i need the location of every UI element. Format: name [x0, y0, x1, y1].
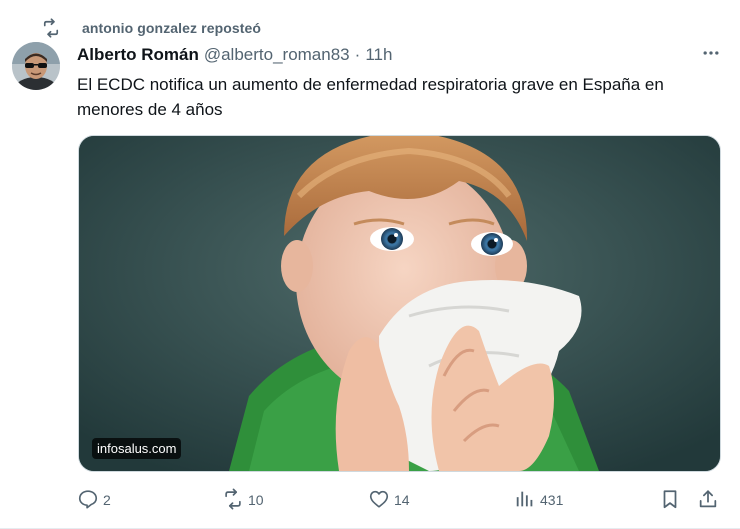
repost-indicator: antonio gonzalez reposteó: [40, 17, 261, 39]
tweet-text: El ECDC notifica un aumento de enfermeda…: [77, 75, 664, 119]
tweet-media-image[interactable]: infosalus.com: [78, 135, 721, 472]
bookmark-icon: [659, 488, 681, 513]
author-handle[interactable]: @alberto_roman83: [204, 45, 350, 65]
like-button[interactable]: 14: [368, 485, 410, 515]
reply-button[interactable]: 2: [77, 485, 111, 515]
repost-button[interactable]: 10: [222, 485, 264, 515]
timestamp[interactable]: 11h: [365, 45, 392, 65]
more-button[interactable]: [700, 44, 722, 66]
share-icon: [697, 488, 719, 513]
author-name[interactable]: Alberto Román: [77, 45, 199, 65]
repost-icon: [40, 17, 62, 39]
repost-count: 10: [248, 492, 264, 508]
reply-icon: [77, 488, 99, 513]
action-bar: 2 10 14 431: [77, 485, 727, 515]
like-count: 14: [394, 492, 410, 508]
heart-icon: [368, 488, 390, 513]
more-icon: [701, 43, 721, 68]
tweet-card[interactable]: antonio gonzalez reposteó Alberto Román …: [0, 0, 740, 529]
views-icon: [514, 488, 536, 513]
media-source-label[interactable]: infosalus.com: [92, 438, 182, 459]
tweet-header: Alberto Román @alberto_roman83 · 11h: [77, 43, 727, 67]
views-count: 431: [540, 492, 564, 508]
reply-count: 2: [103, 492, 111, 508]
avatar[interactable]: [12, 42, 60, 90]
bookmark-button[interactable]: [659, 485, 681, 515]
views-button[interactable]: 431: [514, 485, 563, 515]
repost-action-icon: [222, 488, 244, 513]
share-button[interactable]: [697, 485, 719, 515]
repost-label[interactable]: antonio gonzalez reposteó: [82, 20, 261, 36]
separator-dot: ·: [354, 45, 361, 64]
